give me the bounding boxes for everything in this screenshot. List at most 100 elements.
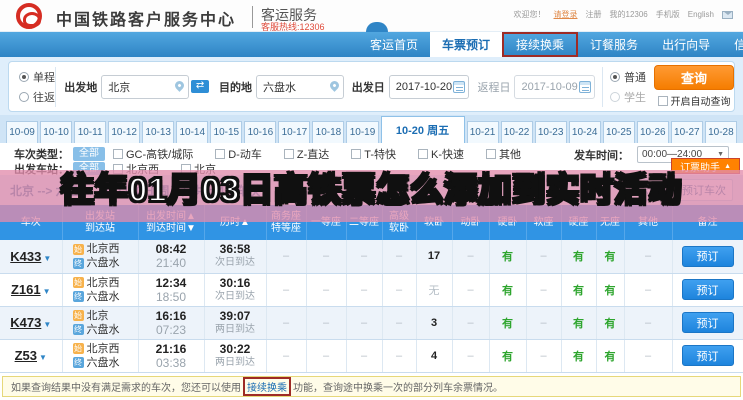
nav-tab-接续换乘[interactable]: 接续换乘 [502, 32, 578, 57]
seat-availability-cell: – [346, 240, 382, 273]
expand-caret-icon[interactable]: ▼ [43, 287, 51, 296]
end-station-badge: 终 [73, 291, 84, 302]
seat-availability-cell: 有 [561, 273, 596, 306]
seat-availability-cell: – [624, 306, 672, 339]
normal-label: 普通 [624, 69, 646, 85]
book-button[interactable]: 预订 [682, 246, 734, 267]
transfer-link[interactable]: 接续换乘 [243, 377, 291, 396]
form-divider [602, 67, 603, 107]
train-row-K473: K473▼始北京终六盘水16:1607:2339:07两日到达––––3–有–有… [0, 306, 743, 339]
date-tab[interactable]: 10-27 [671, 121, 703, 143]
to-input[interactable] [263, 81, 327, 93]
passenger-type-group: 普通 学生 [610, 69, 646, 105]
train-number-link[interactable]: Z53 [15, 348, 37, 363]
depart-date-input[interactable] [396, 81, 453, 93]
book-button[interactable]: 预订 [682, 279, 734, 300]
radio-normal[interactable]: 普通 [610, 69, 646, 85]
filter-checkbox-D-动车[interactable]: D-动车 [215, 146, 262, 162]
seat-availability-cell: – [624, 339, 672, 372]
radio-one-way[interactable]: 单程 [19, 69, 55, 85]
query-button[interactable]: 查询 [654, 65, 734, 90]
expand-caret-icon[interactable]: ▼ [39, 353, 47, 362]
top-link[interactable]: 注册 [586, 9, 602, 20]
nav-tab-车票预订[interactable]: 车票预订 [430, 32, 502, 57]
top-link[interactable]: 欢迎您！ [514, 9, 546, 20]
date-tab[interactable]: 10-26 [637, 121, 669, 143]
expand-caret-icon[interactable]: ▼ [43, 254, 51, 263]
date-tab[interactable]: 10-10 [40, 121, 72, 143]
date-tab[interactable]: 10-25 [603, 121, 635, 143]
end-station-badge: 终 [73, 324, 84, 335]
date-tab[interactable]: 10-09 [6, 121, 38, 143]
top-link[interactable]: 我的12306 [610, 9, 648, 20]
return-date-input[interactable] [521, 81, 578, 93]
nav-tab-出行向导[interactable]: 出行向导 [650, 32, 722, 57]
seat-availability-cell: – [306, 339, 346, 372]
date-tab[interactable]: 10-21 [467, 121, 499, 143]
depart-time: 21:16 [156, 342, 187, 356]
date-tab[interactable]: 10-24 [569, 121, 601, 143]
seat-availability-cell: – [452, 240, 489, 273]
book-button[interactable]: 预订 [682, 312, 734, 333]
trip-type-group: 单程 往返 [9, 67, 56, 107]
date-tab[interactable]: 10-19 [346, 121, 378, 143]
seat-availability-cell: – [526, 339, 561, 372]
date-tab[interactable]: 10-28 [705, 121, 737, 143]
filter-checkbox-Z-直达[interactable]: Z-直达 [284, 146, 329, 162]
date-tab[interactable]: 10-22 [501, 121, 533, 143]
radio-round-trip[interactable]: 往返 [19, 89, 55, 105]
seat-availability-cell: – [266, 273, 306, 306]
filter-checkbox-K-快速[interactable]: K-快速 [418, 146, 464, 162]
date-tab[interactable]: 10-18 [312, 121, 344, 143]
arrive-time: 18:50 [156, 290, 186, 304]
book-button[interactable]: 预订 [682, 345, 734, 366]
nav-tab-订餐服务[interactable]: 订餐服务 [578, 32, 650, 57]
date-tab[interactable]: 10-20 周五 [381, 116, 465, 143]
nav-tab-客运首页[interactable]: 客运首页 [358, 32, 430, 57]
seat-availability-cell: 有 [596, 339, 624, 372]
date-tab[interactable]: 10-12 [108, 121, 140, 143]
filter-checkbox-GC-高铁/城际[interactable]: GC-高铁/城际 [113, 146, 193, 162]
date-tab[interactable]: 10-23 [535, 121, 567, 143]
nav-corner-decoration [366, 22, 388, 32]
seat-availability-cell: 有 [489, 306, 526, 339]
nav-tab-信息服务[interactable]: 信息服务 [722, 32, 743, 57]
seat-availability-cell: – [624, 240, 672, 273]
date-tab[interactable]: 10-13 [142, 121, 174, 143]
calendar-icon [579, 81, 591, 93]
from-input[interactable] [108, 81, 172, 93]
top-link[interactable]: English [688, 10, 714, 19]
top-link[interactable]: 手机版 [656, 9, 680, 20]
seat-availability-cell: – [382, 339, 416, 372]
seat-availability-cell: – [346, 273, 382, 306]
station-name: 北京西 [87, 242, 120, 256]
brand-divider [252, 6, 253, 28]
train-number-link[interactable]: K433 [10, 249, 41, 264]
depart-time: 12:34 [156, 276, 187, 290]
calendar-icon[interactable] [453, 81, 465, 93]
train-type-options: GC-高铁/城际 D-动车 Z-直达 T-特快 K-快速 其他 [113, 146, 543, 162]
caption-overlay-text: 往年01月03日高铁票怎么添加到实时活动 [61, 170, 682, 222]
date-tab[interactable]: 10-17 [278, 121, 310, 143]
expand-caret-icon[interactable]: ▼ [43, 320, 51, 329]
seat-availability-cell: – [452, 306, 489, 339]
train-number-link[interactable]: K473 [10, 315, 41, 330]
date-tab[interactable]: 10-15 [210, 121, 242, 143]
seat-availability-cell: – [382, 273, 416, 306]
auto-query-option[interactable]: 开启自动查询 [658, 93, 731, 108]
swap-stations-icon[interactable]: ⇄ [191, 80, 209, 93]
filter-checkbox-T-特快[interactable]: T-特快 [351, 146, 396, 162]
date-tab[interactable]: 10-11 [74, 121, 106, 143]
filter-checkbox-其他[interactable]: 其他 [486, 146, 521, 162]
seat-availability-cell: 有 [489, 240, 526, 273]
date-tab[interactable]: 10-14 [176, 121, 208, 143]
train-type-all-chip[interactable]: 全部 [73, 147, 105, 161]
top-link[interactable]: 请登录 [554, 9, 578, 20]
chevron-up-icon: ▲ [724, 163, 731, 170]
seat-availability-cell: – [306, 273, 346, 306]
date-tab[interactable]: 10-16 [244, 121, 276, 143]
mail-icon[interactable] [722, 11, 733, 19]
train-number-link[interactable]: Z161 [11, 282, 41, 297]
radio-student[interactable]: 学生 [610, 89, 646, 105]
station-name: 六盘水 [87, 356, 120, 370]
